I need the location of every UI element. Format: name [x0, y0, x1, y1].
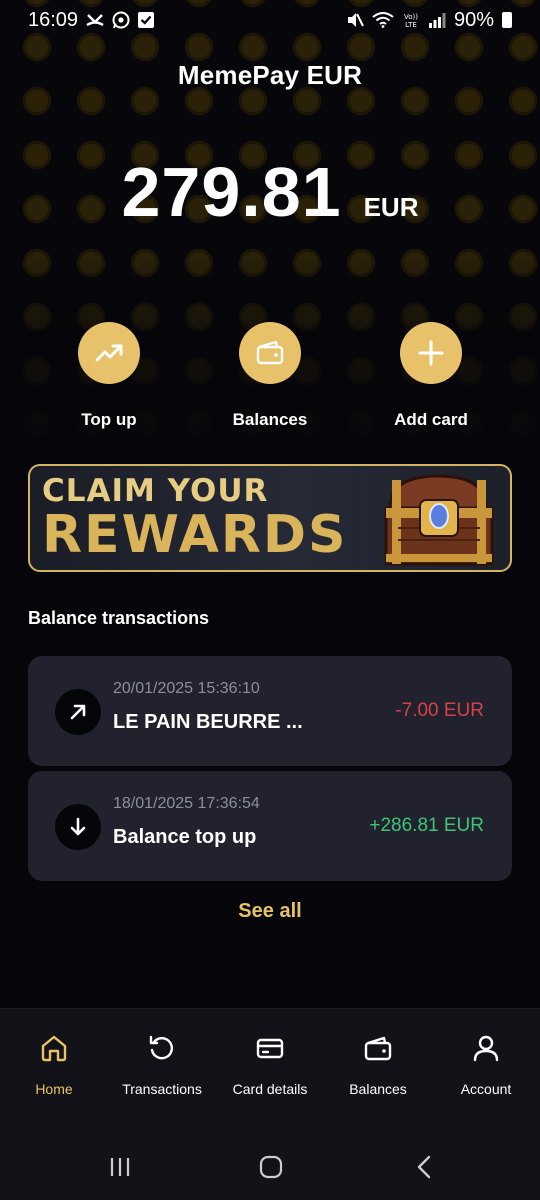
top-up-circle[interactable] [78, 322, 140, 384]
status-time: 16:09 [28, 8, 79, 31]
back-icon[interactable] [412, 1154, 436, 1180]
transaction-direction-icon [55, 689, 101, 735]
missed-call-icon [86, 14, 104, 27]
arrow-up-right-icon [70, 704, 86, 720]
banner-line2: REWARDS [42, 505, 348, 565]
transaction-title: Balance top up [113, 826, 257, 848]
status-right: Vo)) LTE 90% [346, 9, 512, 32]
plus-icon [418, 340, 444, 366]
signal-icon [428, 13, 446, 28]
claim-rewards-banner[interactable]: CLAIM YOUR REWARDS [28, 464, 512, 572]
system-nav-bar [0, 1133, 540, 1200]
whatsapp-icon [112, 11, 130, 29]
banner-line1: CLAIM YOUR [42, 473, 269, 509]
battery-icon [502, 12, 512, 28]
status-left: 16:09 [28, 8, 155, 32]
bottom-nav: Home Transactions Card details Balances … [0, 1008, 540, 1133]
battery-percent: 90% [453, 8, 494, 31]
history-icon [149, 1035, 173, 1060]
add-card-circle[interactable] [400, 322, 462, 384]
credit-card-icon [256, 1038, 284, 1059]
transaction-title: LE PAIN BEURRE ... [113, 711, 303, 733]
balance-amount: 279.81 [121, 153, 342, 231]
quick-actions: Top up Balances Add card [0, 322, 540, 432]
transaction-amount: -7.00 EUR [395, 700, 484, 721]
home-icon [41, 1035, 67, 1062]
page-title: MemePay EUR [177, 60, 363, 90]
transaction-amount: +286.81 EUR [369, 815, 484, 836]
arrow-down-icon [70, 817, 86, 836]
status-bar: 16:09 Vo)) LTE 90% [0, 0, 540, 40]
user-icon [473, 1035, 499, 1062]
nav-transactions[interactable]: Transactions [108, 1033, 216, 1097]
nav-transactions-label: Transactions [122, 1081, 202, 1097]
mute-icon [347, 13, 364, 27]
transaction-date: 18/01/2025 17:36:54 [113, 795, 260, 812]
trending-up-icon [95, 344, 123, 362]
home-button-icon[interactable] [258, 1154, 284, 1180]
checklist-icon [138, 12, 155, 28]
transaction-date: 20/01/2025 15:36:10 [113, 680, 260, 697]
add-card-label: Add card [394, 410, 468, 429]
nav-card-details-label: Card details [232, 1081, 308, 1097]
transaction-row[interactable]: 18/01/2025 17:36:54 Balance top up +286.… [28, 771, 512, 881]
wallet-icon [256, 340, 284, 365]
top-up-label: Top up [81, 410, 137, 429]
add-card-button[interactable]: Add card [366, 322, 496, 430]
treasure-chest-icon [384, 474, 494, 566]
top-up-button[interactable]: Top up [44, 322, 174, 430]
svg-text:Vo)): Vo)) [404, 13, 418, 21]
transactions-section-title: Balance transactions [28, 608, 210, 628]
transaction-direction-icon [55, 804, 101, 850]
balances-circle[interactable] [239, 322, 301, 384]
banner-text: CLAIM YOUR REWARDS [42, 473, 348, 565]
balance-currency: EUR [363, 192, 419, 222]
nav-card-details[interactable]: Card details [216, 1033, 324, 1097]
nav-account-label: Account [460, 1081, 512, 1097]
nav-home-label: Home [35, 1081, 73, 1097]
recents-icon[interactable] [108, 1155, 132, 1179]
nav-balances-label: Balances [349, 1081, 407, 1097]
nav-balances[interactable]: Balances [324, 1033, 432, 1097]
balances-button[interactable]: Balances [205, 322, 335, 430]
nav-account[interactable]: Account [432, 1033, 540, 1097]
nav-home[interactable]: Home [0, 1033, 108, 1097]
volte-icon: Vo)) LTE [404, 13, 418, 29]
see-all-link[interactable]: See all [0, 900, 540, 923]
balance-display: 279.81 EUR [0, 152, 540, 232]
balances-label: Balances [232, 410, 308, 429]
transaction-row[interactable]: 20/01/2025 15:36:10 LE PAIN BEURRE ... -… [28, 656, 512, 766]
svg-text:LTE: LTE [405, 21, 417, 29]
wifi-icon [372, 12, 394, 28]
wallet-icon [364, 1036, 392, 1061]
